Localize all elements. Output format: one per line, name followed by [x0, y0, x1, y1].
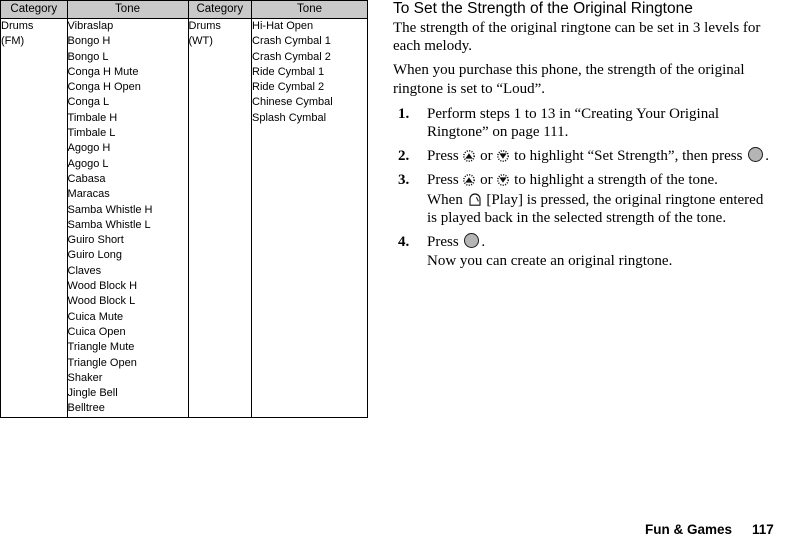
step-text: When [Play] is pressed, the original rin…	[427, 191, 764, 226]
center-key-icon	[464, 233, 480, 249]
tone-list-item: Conga H Mute	[67, 65, 139, 78]
tone-list-item: Wood Block H	[67, 280, 138, 293]
step-item: 2. Press or to highlight “Set Strength”, …	[393, 147, 775, 165]
tone-list-item: Hi-Hat Open	[252, 20, 314, 32]
tone-list-item: Crash Cymbal 2	[252, 50, 331, 63]
tone-list-drums-fm: Vibraslap Bongo H Bongo L Conga H Mute Conga…	[68, 19, 188, 417]
tone-list-item: Conga H Open	[67, 81, 141, 94]
tone-list-item: Cuica Mute	[67, 310, 124, 323]
tone-table: Category Tone Category Tone Drums (FM) V…	[0, 0, 368, 418]
footer-chapter-label: Fun & Games	[645, 522, 733, 537]
tone-list-item: Guiro Short	[67, 234, 124, 247]
step-number: 1.	[398, 105, 410, 122]
tone-list-item: Bongo L	[67, 50, 109, 63]
tone-cell-drums-wt: Hi-Hat Open Crash Cymbal 1 Crash Cymbal 2 R…	[251, 18, 368, 418]
tone-list-drums-wt: Hi-Hat Open Crash Cymbal 1 Crash Cymbal 2 R…	[252, 19, 367, 126]
tone-list-item: Vibraslap	[67, 20, 114, 32]
footer-page-number: 117	[752, 522, 774, 537]
step-list: 1. Perform steps 1 to 13 in “Creating You…	[393, 105, 775, 271]
tone-list-item: Triangle Open	[67, 356, 137, 369]
tone-list-item: Samba Whistle H	[67, 203, 153, 216]
step-number: 4.	[398, 234, 410, 251]
step-text: Press or to highlight “Set Strength”, th…	[427, 147, 769, 165]
table-row: Drums (FM) Vibraslap Bongo H Bongo L Conga …	[0, 18, 368, 418]
column-header-category-1: Category	[0, 0, 68, 19]
tone-list-item: Crash Cymbal 1	[252, 35, 331, 48]
tone-list-item: Cuica Open	[67, 325, 126, 338]
tone-list-item: Guiro Long	[67, 249, 122, 262]
column-header-tone-1: Tone	[66, 0, 189, 19]
step-number: 3.	[398, 172, 410, 189]
step-item: 3. Press or to highlight a strength of th…	[393, 171, 775, 227]
tone-list-item: Claves	[67, 264, 102, 277]
step-number: 2.	[398, 148, 410, 165]
intro-paragraph-1: The strength of the original ringtone ca…	[393, 20, 761, 55]
page-title: To Set the Strength of the Original Ring…	[393, 0, 693, 17]
tone-list-item: Chinese Cymbal	[252, 96, 333, 109]
category-label-line: (FM)	[1, 35, 25, 48]
step-text: Now you can create an original ringtone.	[427, 253, 673, 270]
column-header-tone-2: Tone	[251, 0, 368, 19]
category-label-line: Drums	[188, 20, 221, 32]
tone-list-item: Samba Whistle L	[67, 218, 151, 231]
intro-paragraph-2: When you purchase this phone, the streng…	[393, 62, 745, 97]
step-item: 1. Perform steps 1 to 13 in “Creating You…	[393, 105, 775, 141]
tone-list-item: Shaker	[67, 371, 103, 384]
step-text: Perform steps 1 to 13 in “Creating Your …	[427, 105, 720, 141]
category-label-line: (WT)	[188, 35, 213, 48]
tone-list-item: Cabasa	[67, 172, 106, 185]
category-cell-drums-fm: Drums (FM)	[0, 18, 68, 418]
nav-down-key-icon	[497, 174, 510, 187]
column-header-category-2: Category	[187, 0, 253, 19]
tone-list-item: Conga L	[67, 96, 110, 109]
tone-list-item: Maracas	[67, 188, 110, 201]
soft-key-icon	[469, 193, 481, 206]
tone-list-item: Jingle Bell	[67, 387, 118, 400]
tone-list-item: Ride Cymbal 1	[252, 65, 325, 78]
tone-list-item: Wood Block L	[67, 295, 136, 308]
nav-down-key-icon	[497, 150, 510, 163]
page-footer: Fun & Games 117	[0, 522, 792, 540]
table-header-row: Category Tone Category Tone	[0, 0, 368, 19]
tone-list-item: Agogo H	[67, 142, 111, 155]
nav-up-key-icon	[463, 150, 476, 163]
tone-list-item: Agogo L	[67, 157, 109, 170]
tone-cell-drums-fm: Vibraslap Bongo H Bongo L Conga H Mute Conga…	[66, 18, 189, 418]
tone-list-item: Timbale L	[67, 127, 116, 140]
center-key-icon	[748, 147, 764, 163]
step-text: Press or to highlight a strength of the …	[427, 172, 718, 189]
tone-list-item: Ride Cymbal 2	[252, 81, 325, 94]
tone-list-item: Bongo H	[67, 35, 111, 48]
tone-list-item: Timbale H	[67, 111, 118, 124]
tone-list-item: Triangle Mute	[67, 341, 135, 354]
article-body: To Set the Strength of the Original Ring…	[393, 0, 775, 276]
nav-up-key-icon	[463, 174, 476, 187]
category-label-line: Drums	[1, 20, 34, 32]
step-item: 4. Press . Now you can create an original …	[393, 233, 775, 270]
step-text: Press .	[427, 233, 486, 251]
category-cell-drums-wt: Drums (WT)	[187, 18, 253, 418]
tone-list-item: Splash Cymbal	[252, 111, 327, 124]
tone-list-item: Belltree	[67, 402, 105, 415]
